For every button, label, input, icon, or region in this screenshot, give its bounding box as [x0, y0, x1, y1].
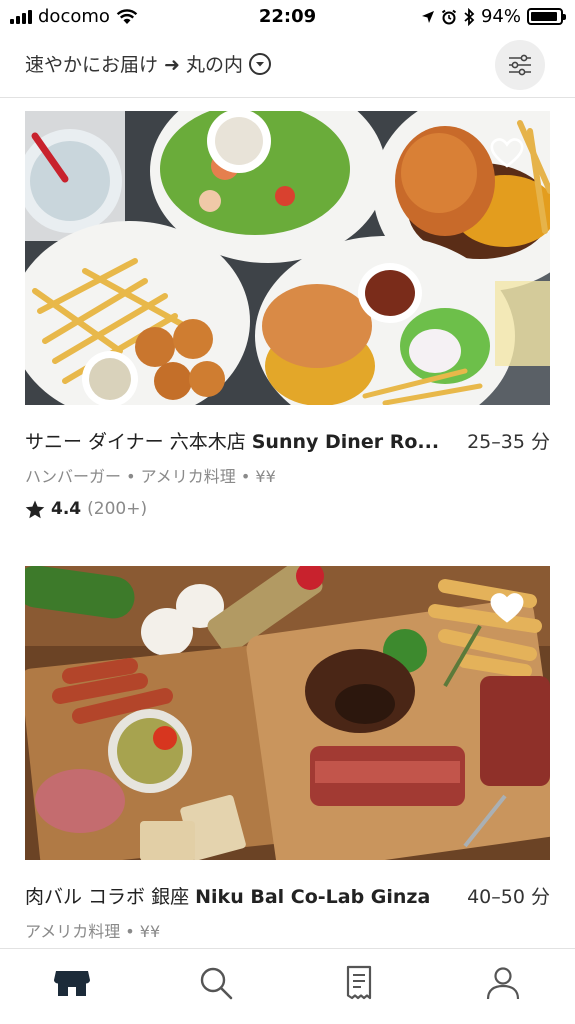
battery-icon [527, 8, 566, 25]
receipt-icon [347, 965, 372, 999]
location-label: 速やかにお届け ➜ 丸の内 [25, 54, 243, 76]
restaurant-card[interactable]: 肉バル コラボ 銀座 Niku Bal Co-Lab Ginza 40–50 分… [25, 566, 550, 942]
restaurant-categories: ハンバーガー • アメリカ料理 • ¥¥ [25, 467, 276, 486]
restaurant-card[interactable]: サニー ダイナー 六本木店 Sunny Diner Ro... 25–35 分 … [25, 111, 550, 519]
delivery-time: 40–50 分 [467, 886, 550, 908]
bottom-tab-bar [0, 948, 575, 1024]
delivery-time: 25–35 分 [467, 431, 550, 453]
tab-search[interactable] [144, 949, 288, 1024]
restaurant-name-en: Sunny Diner Ro... [251, 431, 440, 453]
restaurant-name-ja: サニー ダイナー 六本木店 [25, 431, 246, 453]
location-arrow-icon [421, 10, 434, 23]
restaurant-feed[interactable]: サニー ダイナー 六本木店 Sunny Diner Ro... 25–35 分 … [0, 98, 575, 948]
search-icon [200, 967, 232, 999]
tab-account[interactable] [431, 949, 575, 1024]
star-icon [25, 500, 45, 518]
rating-count: (200+) [87, 499, 148, 519]
app-header: 速やかにお届け ➜ 丸の内 [0, 36, 575, 98]
storefront-icon [53, 970, 90, 996]
burger-meal-photo [25, 111, 550, 405]
filter-button[interactable] [495, 40, 545, 90]
restaurant-photo[interactable] [25, 566, 550, 860]
delivery-location-selector[interactable]: 速やかにお届け ➜ 丸の内 [25, 50, 271, 77]
battery-percent: 94% [480, 6, 521, 27]
status-bar: docomo 22:09 94% [0, 0, 575, 34]
restaurant-title-row: サニー ダイナー 六本木店 Sunny Diner Ro... 25–35 分 [25, 427, 550, 454]
tab-orders[interactable] [288, 949, 432, 1024]
restaurant-name-ja: 肉バル コラボ 銀座 [25, 886, 190, 908]
restaurant-name[interactable]: サニー ダイナー 六本木店 Sunny Diner Ro... [25, 427, 439, 454]
favorite-heart-icon[interactable] [490, 137, 524, 169]
sliders-icon [509, 54, 531, 76]
meat-platter-photo [25, 566, 550, 860]
favorite-heart-icon[interactable] [490, 592, 524, 624]
restaurant-name[interactable]: 肉バル コラボ 銀座 Niku Bal Co-Lab Ginza [25, 882, 430, 909]
restaurant-rating: 4.4 (200+) [25, 499, 550, 519]
bluetooth-icon [464, 7, 475, 26]
restaurant-name-en: Niku Bal Co-Lab Ginza [195, 886, 431, 908]
restaurant-categories: アメリカ料理 • ¥¥ [25, 922, 161, 941]
status-icons: 94% [421, 6, 566, 27]
chevron-down-icon [249, 52, 271, 75]
tab-home[interactable] [0, 949, 144, 1024]
restaurant-photo[interactable] [25, 111, 550, 405]
person-icon [487, 966, 520, 999]
rating-value: 4.4 [51, 499, 82, 519]
alarm-icon [441, 9, 457, 24]
restaurant-title-row: 肉バル コラボ 銀座 Niku Bal Co-Lab Ginza 40–50 分 [25, 882, 550, 909]
